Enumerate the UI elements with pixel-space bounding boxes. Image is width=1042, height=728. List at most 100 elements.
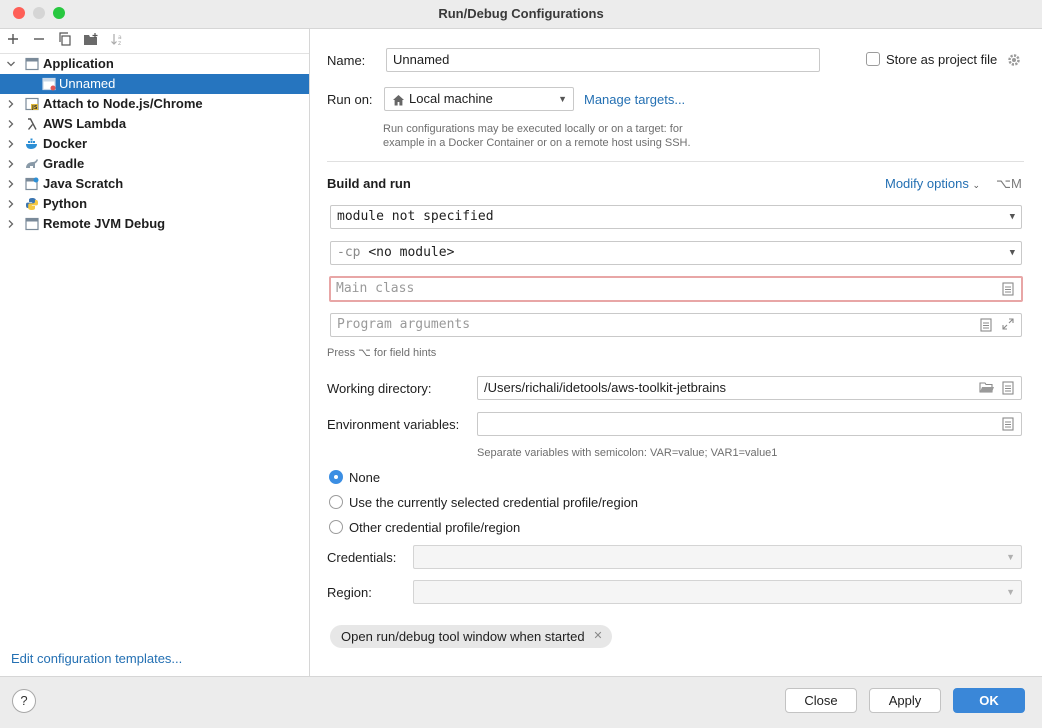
working-directory-input[interactable]: /Users/richali/idetools/aws-toolkit-jetb… bbox=[477, 376, 1022, 400]
run-on-hint-line-2: example in a Docker Container or on a re… bbox=[383, 137, 691, 149]
field-hint: Press ⌥ for field hints bbox=[327, 347, 437, 359]
folder-icon[interactable] bbox=[979, 381, 995, 395]
program-arguments-placeholder: Program arguments bbox=[337, 317, 471, 332]
region-label: Region: bbox=[327, 585, 372, 600]
tree-item-aws-lambda[interactable]: AWS Lambda bbox=[0, 114, 309, 134]
radio-other-profile[interactable] bbox=[329, 520, 343, 534]
main-class-placeholder: Main class bbox=[336, 281, 415, 296]
tree-item-application[interactable]: Application bbox=[0, 54, 309, 74]
credentials-select[interactable]: ▼ bbox=[413, 545, 1022, 569]
environment-variables-input[interactable] bbox=[477, 412, 1022, 436]
run-on-select[interactable]: Local machine ▼ bbox=[384, 87, 574, 111]
chevron-down-icon: ⌄ bbox=[972, 180, 980, 190]
manage-targets-link[interactable]: Manage targets... bbox=[584, 92, 685, 107]
sort-icon[interactable]: az bbox=[108, 32, 126, 50]
environment-variables-label: Environment variables: bbox=[327, 417, 460, 432]
browse-list-icon[interactable] bbox=[1001, 381, 1015, 395]
classpath-select[interactable]: -cp <no module> ▼ bbox=[330, 241, 1022, 265]
expand-icon[interactable] bbox=[1001, 318, 1015, 332]
radio-other-profile-label: Other credential profile/region bbox=[349, 520, 521, 535]
close-button[interactable]: Close bbox=[785, 688, 857, 713]
application-config-icon bbox=[42, 77, 56, 91]
tree-item-label: Docker bbox=[43, 136, 88, 151]
edit-configuration-templates-link[interactable]: Edit configuration templates... bbox=[11, 651, 182, 666]
build-and-run-title: Build and run bbox=[327, 176, 411, 191]
home-icon bbox=[392, 92, 405, 106]
chevron-down-icon: ▼ bbox=[1006, 552, 1015, 562]
region-select[interactable]: ▼ bbox=[413, 580, 1022, 604]
radio-current-profile-label: Use the currently selected credential pr… bbox=[349, 495, 639, 510]
chevron-right-icon[interactable] bbox=[6, 214, 16, 241]
chevron-down-icon: ▼ bbox=[1009, 248, 1015, 258]
chip-label: Open run/debug tool window when started bbox=[341, 629, 585, 644]
nodejs-icon: JS bbox=[25, 97, 39, 111]
tree-item-remote-jvm-debug[interactable]: Remote JVM Debug bbox=[0, 214, 309, 234]
tree-item-python[interactable]: Python bbox=[0, 194, 309, 214]
run-on-label: Run on: bbox=[327, 92, 373, 107]
tree-item-label: Java Scratch bbox=[43, 176, 124, 191]
run-on-hint: Run configurations may be executed local… bbox=[383, 122, 691, 150]
tree-item-label: Attach to Node.js/Chrome bbox=[43, 96, 203, 111]
module-select[interactable]: module not specified ▼ bbox=[330, 205, 1022, 229]
run-on-hint-line-1: Run configurations may be executed local… bbox=[383, 123, 683, 135]
store-as-project-file-checkbox[interactable] bbox=[866, 52, 880, 66]
run-on-value: Local machine bbox=[409, 91, 493, 106]
browse-list-icon[interactable] bbox=[1001, 282, 1015, 296]
program-arguments-input[interactable]: Program arguments bbox=[330, 313, 1022, 337]
tree-item-label: Gradle bbox=[43, 156, 85, 171]
gradle-icon bbox=[25, 157, 39, 171]
credentials-label: Credentials: bbox=[327, 550, 397, 565]
apply-button[interactable]: Apply bbox=[869, 688, 941, 713]
chevron-down-icon: ▼ bbox=[558, 94, 567, 104]
tree-item-label: AWS Lambda bbox=[43, 116, 127, 131]
help-button[interactable]: ? bbox=[12, 689, 36, 713]
application-icon bbox=[25, 57, 39, 71]
close-icon[interactable]: ✕ bbox=[593, 625, 602, 648]
tree-item-label: Remote JVM Debug bbox=[43, 216, 166, 231]
tree-item-java-scratch[interactable]: Java Scratch bbox=[0, 174, 309, 194]
tree-item-label: Python bbox=[43, 196, 88, 211]
window-title: Run/Debug Configurations bbox=[438, 6, 604, 21]
store-as-project-file-label: Store as project file bbox=[886, 52, 998, 67]
tree-item-label: Unnamed bbox=[59, 76, 116, 91]
tree-toolbar: az bbox=[0, 29, 309, 54]
svg-text:JS: JS bbox=[31, 105, 38, 111]
new-folder-icon[interactable] bbox=[82, 32, 100, 50]
add-icon[interactable] bbox=[4, 32, 22, 50]
main-class-input[interactable]: Main class bbox=[329, 276, 1023, 302]
java-scratch-icon bbox=[25, 177, 39, 191]
modify-options-link[interactable]: Modify options ⌄ bbox=[885, 176, 980, 191]
radio-none[interactable] bbox=[329, 470, 343, 484]
python-icon bbox=[25, 197, 39, 211]
tree-item-gradle[interactable]: Gradle bbox=[0, 154, 309, 174]
browse-list-icon[interactable] bbox=[1001, 417, 1015, 431]
name-input[interactable]: Unnamed bbox=[386, 48, 820, 72]
tree-item-unnamed[interactable]: Unnamed bbox=[0, 74, 309, 94]
copy-icon[interactable] bbox=[56, 32, 74, 50]
working-directory-value: /Users/richali/idetools/aws-toolkit-jetb… bbox=[484, 380, 727, 395]
svg-text:z: z bbox=[118, 40, 121, 46]
modify-options-shortcut: ⌥M bbox=[996, 176, 1022, 191]
browse-list-icon[interactable] bbox=[979, 318, 993, 332]
modify-options-label: Modify options bbox=[885, 176, 969, 191]
module-value: module not specified bbox=[337, 209, 494, 224]
radio-current-profile[interactable] bbox=[329, 495, 343, 509]
working-directory-label: Working directory: bbox=[327, 381, 432, 396]
name-input-value: Unnamed bbox=[393, 52, 450, 67]
ok-button[interactable]: OK bbox=[953, 688, 1025, 713]
radio-none-label: None bbox=[349, 470, 381, 485]
tree-item-docker[interactable]: Docker bbox=[0, 134, 309, 154]
gear-icon[interactable] bbox=[1006, 52, 1022, 68]
section-divider bbox=[327, 161, 1024, 162]
tree-item-attach-node[interactable]: JS Attach to Node.js/Chrome bbox=[0, 94, 309, 114]
docker-icon bbox=[25, 137, 39, 151]
chevron-down-icon: ▼ bbox=[1009, 212, 1015, 222]
classpath-value: <no module> bbox=[368, 245, 455, 260]
lambda-icon bbox=[25, 117, 39, 131]
cp-prefix: -cp bbox=[337, 245, 361, 260]
name-label: Name: bbox=[327, 53, 366, 68]
remote-debug-icon bbox=[25, 217, 39, 231]
remove-icon[interactable] bbox=[30, 32, 48, 50]
open-tool-window-chip[interactable]: Open run/debug tool window when started … bbox=[330, 625, 612, 648]
tree-item-label: Application bbox=[43, 56, 114, 71]
